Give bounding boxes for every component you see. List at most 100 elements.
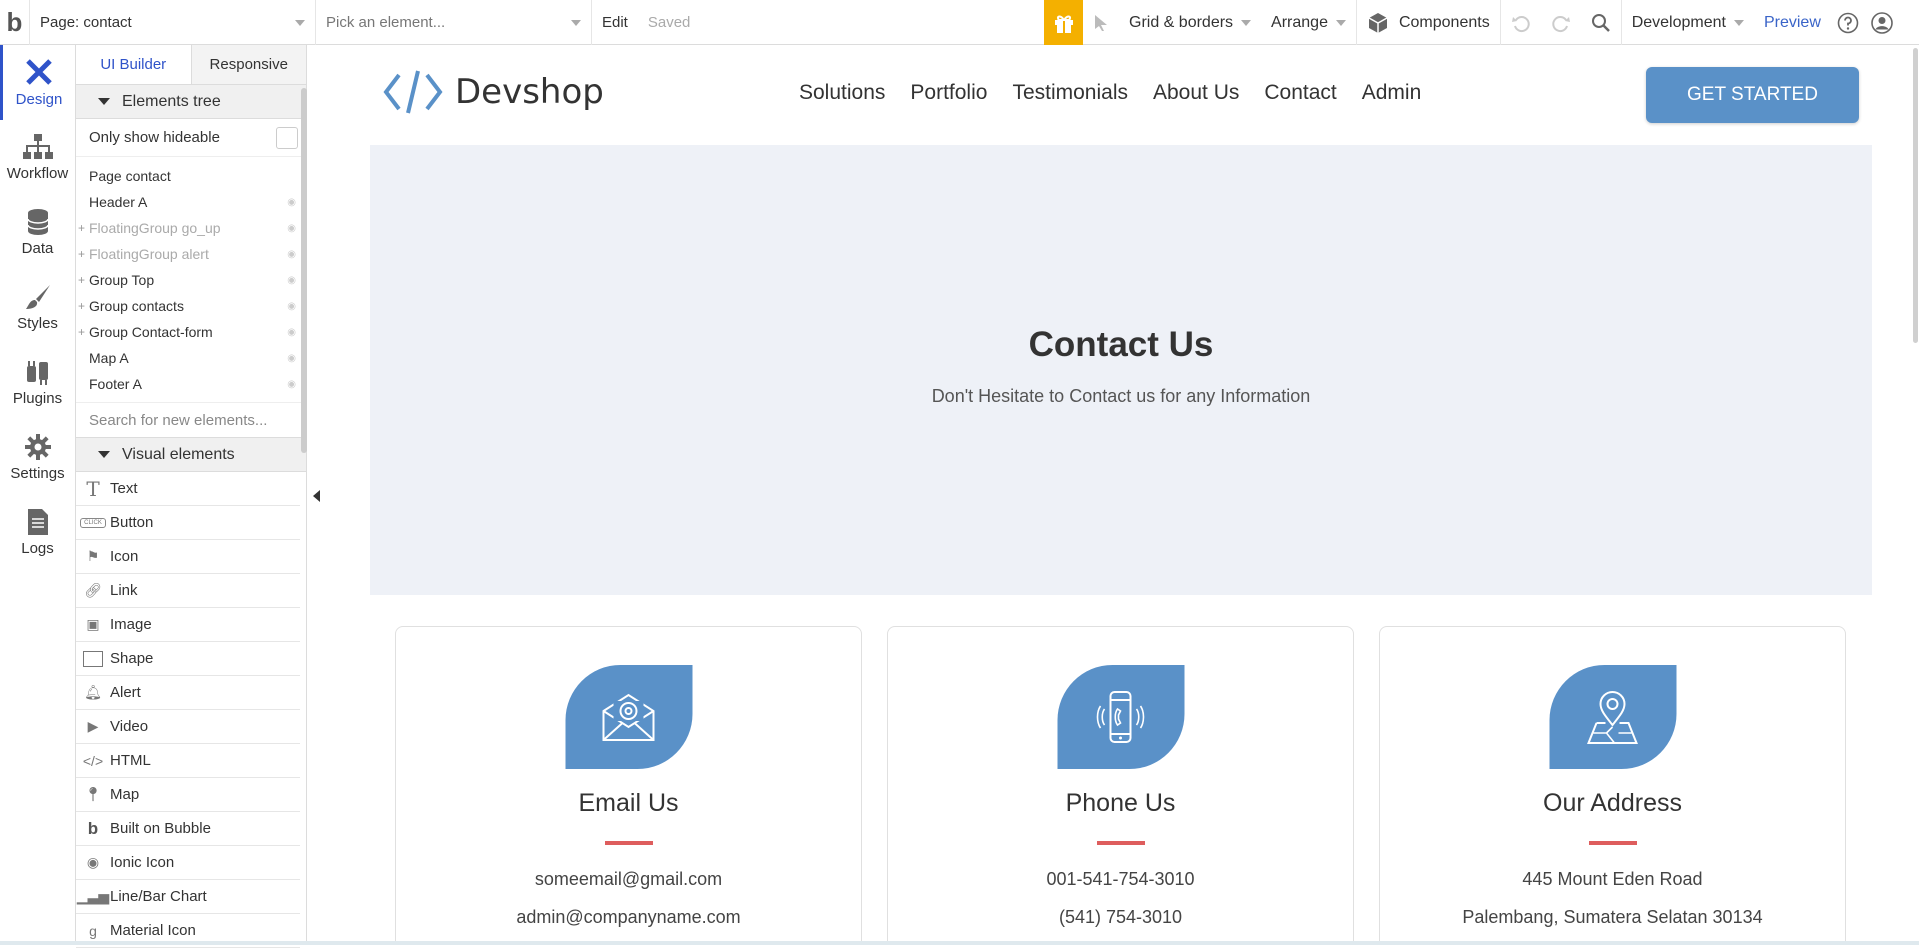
element-ionic-icon[interactable]: ◉ Ionic Icon [76,846,300,880]
nav-testimonials[interactable]: Testimonials [1012,81,1128,105]
collapse-panel-icon[interactable] [313,490,320,502]
element-alert[interactable]: 🔔︎ Alert [76,676,300,710]
card-title: Email Us [578,789,679,817]
tree-item-group-contacts[interactable]: + Group contacts ◉ [76,293,306,319]
eye-icon[interactable]: ◉ [287,353,296,364]
element-label: Image [110,616,152,633]
eye-icon[interactable]: ◉ [287,275,296,286]
elements-tree-title: Elements tree [122,92,221,110]
get-started-button[interactable]: GET STARTED [1646,67,1859,123]
search-elements-input[interactable]: Search for new elements... [76,402,306,438]
toolbar-right: Grid & borders Arrange Components Develo… [1083,0,1899,45]
rail-plugins[interactable]: Plugins [0,345,75,420]
nav-about-us[interactable]: About Us [1153,81,1239,105]
text-icon: T [86,476,100,501]
eye-icon[interactable]: ◉ [287,327,296,338]
link-icon: 🔗︎ [84,582,102,598]
triangle-down-icon [98,98,110,105]
grid-borders-menu[interactable]: Grid & borders [1119,0,1261,45]
edit-menu[interactable]: Edit [592,14,638,31]
tab-responsive[interactable]: Responsive [191,45,306,84]
tree-item-group-top[interactable]: + Group Top ◉ [76,267,306,293]
bar-chart-icon: ▁▃▅ [76,888,110,904]
eye-icon[interactable]: ◉ [287,379,296,390]
elements-tree-header[interactable]: Elements tree [76,85,306,119]
help-button[interactable] [1831,0,1865,45]
element-icon[interactable]: ⚑ Icon [76,540,300,574]
only-hideable-checkbox[interactable] [276,126,298,149]
tree-item-header[interactable]: Header A ◉ [76,189,306,215]
nav-contact[interactable]: Contact [1264,81,1336,105]
search-button[interactable] [1581,0,1621,45]
undo-button[interactable] [1501,0,1541,45]
tree-item-map[interactable]: Map A ◉ [76,345,306,371]
hero-subtitle: Don't Hesitate to Contact us for any Inf… [931,386,1311,406]
chevron-down-icon [571,19,581,26]
only-hideable-row: Only show hideable [76,119,306,157]
element-button[interactable]: CLICK Button [76,506,300,540]
nav-admin[interactable]: Admin [1362,81,1422,105]
expand-icon[interactable]: + [78,221,85,235]
rail-data[interactable]: Data [0,195,75,270]
expand-icon[interactable]: + [78,325,85,339]
page-select-value: Page: contact [40,13,132,31]
element-image[interactable]: ▣ Image [76,608,300,642]
tree-item-footer[interactable]: Footer A ◉ [76,371,306,397]
ionic-icon: ◉ [86,854,100,870]
bubble-logo[interactable]: b [0,0,30,45]
panel-scrollbar[interactable] [301,88,307,453]
rail-design[interactable]: Design [0,45,75,120]
help-icon [1837,12,1859,33]
expand-icon[interactable]: + [78,273,85,287]
gift-button[interactable] [1044,0,1083,45]
card-icon-badge [1057,665,1184,769]
page-select[interactable]: Page: contact [30,0,316,45]
components-button[interactable]: Components [1357,0,1500,45]
tree-item-label: Page contact [89,168,171,184]
eye-icon[interactable]: ◉ [287,249,296,260]
card-divider [604,841,653,845]
element-built-on-bubble[interactable]: b Built on Bubble [76,812,300,846]
card-line-1: someemail@gmail.com [534,869,723,889]
element-shape[interactable]: Shape [76,642,300,676]
element-chart[interactable]: ▁▃▅ Line/Bar Chart [76,880,300,914]
card-line-1: 001-541-754-3010 [1046,869,1195,889]
tab-ui-builder[interactable]: UI Builder [76,45,192,84]
rail-logs[interactable]: Logs [0,495,75,570]
preview-link[interactable]: Preview [1754,0,1831,45]
selector-tool[interactable] [1083,0,1119,45]
rail-workflow[interactable]: Workflow [0,120,75,195]
cursor-icon [1095,14,1107,31]
brand-logo[interactable]: Devshop [383,69,604,115]
tree-item-page[interactable]: Page contact [76,163,306,189]
image-icon: ▣ [86,616,100,632]
nav-solutions[interactable]: Solutions [799,81,885,105]
visual-elements-header[interactable]: Visual elements [76,438,306,472]
element-select[interactable]: Pick an element... [316,0,592,45]
expand-icon[interactable]: + [78,247,85,261]
account-button[interactable] [1865,0,1899,45]
canvas-scrollbar[interactable] [1913,48,1918,343]
document-icon [27,509,48,535]
element-map[interactable]: 📍︎ Map [76,778,300,812]
environment-select[interactable]: Development [1622,0,1754,45]
rail-settings[interactable]: Settings [0,420,75,495]
tree-item-floating-goup[interactable]: + FloatingGroup go_up ◉ [76,215,306,241]
expand-icon[interactable]: + [78,299,85,313]
element-link[interactable]: 🔗︎ Link [76,574,300,608]
redo-button[interactable] [1541,0,1581,45]
grid-borders-label: Grid & borders [1129,13,1234,31]
element-text[interactable]: T Text [76,472,300,506]
arrange-menu[interactable]: Arrange [1261,0,1356,45]
element-html[interactable]: </> HTML [76,744,300,778]
tree-item-floating-alert[interactable]: + FloatingGroup alert ◉ [76,241,306,267]
eye-icon[interactable]: ◉ [287,223,296,234]
eye-icon[interactable]: ◉ [287,197,296,208]
eye-icon[interactable]: ◉ [287,301,296,312]
rail-styles[interactable]: Styles [0,270,75,345]
rail-styles-label: Styles [17,315,58,332]
tree-item-label: Group Contact-form [89,324,213,340]
element-video[interactable]: ▶ Video [76,710,300,744]
nav-portfolio[interactable]: Portfolio [910,81,987,105]
tree-item-group-contact-form[interactable]: + Group Contact-form ◉ [76,319,306,345]
